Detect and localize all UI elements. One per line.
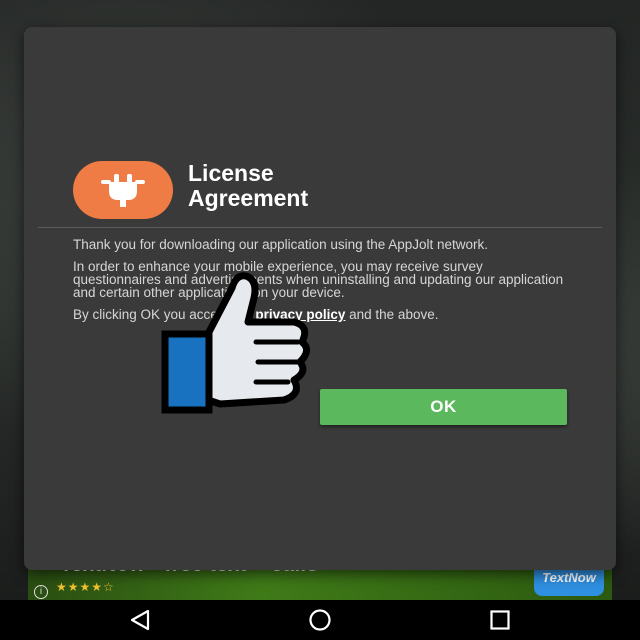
android-navigation-bar [0,600,640,640]
dialog-title: License Agreement [188,160,309,211]
agreement-text: Thank you for downloading our applicatio… [73,238,573,330]
home-icon [309,609,331,631]
thumbs-up-icon [160,268,310,419]
paragraph-survey: In order to enhance your mobile experien… [73,259,564,300]
paragraph-thanks: Thank you for downloading our applicatio… [73,237,489,252]
home-button[interactable] [290,600,350,640]
title-divider [38,227,602,228]
consent-text-end: and the above. [345,307,439,322]
recents-button[interactable] [470,600,530,640]
license-dialog: License Agreement Thank you for download… [24,27,616,570]
plug-icon [73,161,173,219]
recents-icon [490,610,510,630]
ad-info-icon[interactable]: i [34,585,48,599]
back-button[interactable] [110,600,170,640]
back-icon [130,609,150,631]
ad-rating-stars: ★★★★☆ [56,580,115,594]
paragraph-consent: By clicking OK you accept the privacy po… [73,307,573,322]
ok-button[interactable]: OK [320,389,567,425]
